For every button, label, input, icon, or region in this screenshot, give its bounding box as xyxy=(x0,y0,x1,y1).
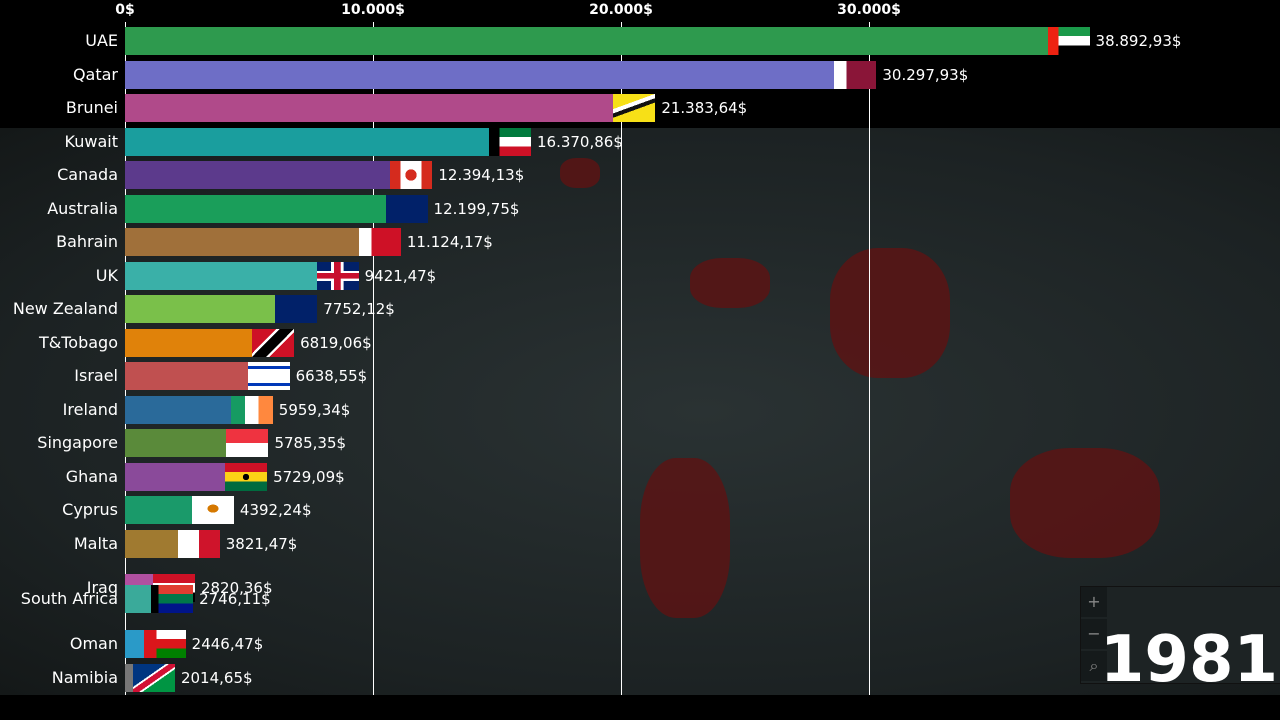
x-tick-label: 20.000$ xyxy=(589,2,653,18)
bar-south-africa xyxy=(125,585,152,613)
bar-label: Canada xyxy=(57,165,118,184)
flag-australia-icon xyxy=(385,195,428,223)
flag-southafrica-icon xyxy=(151,585,194,613)
bar-label: Malta xyxy=(73,534,118,553)
value-label: 3821,47$ xyxy=(225,535,298,553)
bar-label: Kuwait xyxy=(64,132,118,151)
bar-new-zealand xyxy=(125,295,276,323)
bar-namibia xyxy=(125,664,133,692)
value-label: 12.199,75$ xyxy=(433,200,520,218)
bar-australia xyxy=(125,195,386,223)
flag-singapore-icon xyxy=(226,429,269,457)
bar-label: Israel xyxy=(74,366,118,385)
flag-brunei-icon xyxy=(613,94,656,122)
flag-uk-icon xyxy=(316,262,359,290)
bar-kuwait xyxy=(125,128,489,156)
value-label: 11.124,17$ xyxy=(406,233,493,251)
value-label: 5959,34$ xyxy=(278,401,351,419)
bar-label: South Africa xyxy=(20,589,118,608)
flag-kuwait-icon xyxy=(488,128,531,156)
flag-ireland-icon xyxy=(230,396,273,424)
flag-malta-icon xyxy=(177,530,220,558)
bar-label: Brunei xyxy=(65,98,118,117)
value-label: 6638,55$ xyxy=(295,367,368,385)
value-label: 21.383,64$ xyxy=(661,99,748,117)
bar-cyprus xyxy=(125,496,192,524)
value-label: 2746,11$ xyxy=(199,590,271,608)
bar-label: Bahrain xyxy=(56,232,118,251)
bar-ireland xyxy=(125,396,231,424)
gridline xyxy=(373,22,374,695)
value-label: 2446,47$ xyxy=(191,635,264,653)
bar-malta xyxy=(125,530,178,558)
bar-label: Ireland xyxy=(62,400,118,419)
value-label: 16.370,86$ xyxy=(536,133,623,151)
flag-oman-icon xyxy=(143,630,186,658)
bar-chart: 0$ 10.000$ 20.000$ 30.000$ UAE 38.892,93$ Qata… xyxy=(0,0,1280,720)
chart-stage: + − ⌕ 0$ 10.000$ 20.000$ 30.000$ UAE 38.892,9… xyxy=(0,0,1280,720)
bar-canada xyxy=(125,161,391,189)
value-label: 4392,24$ xyxy=(239,501,312,519)
gridline xyxy=(621,22,622,695)
bar-label: UAE xyxy=(85,31,118,50)
bar-label: Qatar xyxy=(72,65,118,84)
bar-label: Cyprus xyxy=(62,500,118,519)
value-label: 30.297,93$ xyxy=(882,66,969,84)
x-tick-label: 30.000$ xyxy=(837,2,901,18)
gridline xyxy=(869,22,870,695)
bar-oman xyxy=(125,630,144,658)
bar-label: Australia xyxy=(47,199,118,218)
bar-singapore xyxy=(125,429,227,457)
bar-label: Singapore xyxy=(37,433,118,452)
x-tick-label: 10.000$ xyxy=(341,2,405,18)
bar-israel xyxy=(125,362,248,390)
bar-label: UK xyxy=(95,266,118,285)
bar-uk xyxy=(125,262,317,290)
bar-brunei xyxy=(125,94,614,122)
bar-label: Namibia xyxy=(51,668,118,687)
flag-trinidad-icon xyxy=(252,329,295,357)
bar-label: New Zealand xyxy=(12,299,118,318)
value-label: 5785,35$ xyxy=(274,434,347,452)
flag-ghana-icon xyxy=(225,463,268,491)
value-label: 12.394,13$ xyxy=(438,166,525,184)
value-label: 6819,06$ xyxy=(300,334,372,352)
value-label: 38.892,93$ xyxy=(1095,32,1182,50)
bar-bahrain xyxy=(125,228,359,256)
bar-label: Oman xyxy=(69,634,118,653)
flag-israel-icon xyxy=(247,362,290,390)
flag-canada-icon xyxy=(390,161,433,189)
bar-qatar xyxy=(125,61,835,89)
flag-uae-icon xyxy=(1047,27,1090,55)
value-label: 7752,12$ xyxy=(323,300,395,318)
flag-bahrain-icon xyxy=(358,228,401,256)
value-label: 2014,65$ xyxy=(180,669,253,687)
bar-label: Ghana xyxy=(65,467,118,486)
bar-uae xyxy=(125,27,1048,55)
year-label: 1981 xyxy=(1099,623,1278,697)
flag-namibia-icon xyxy=(132,664,175,692)
flag-cyprus-icon xyxy=(191,496,234,524)
x-tick-label: 0$ xyxy=(115,2,135,18)
value-label: 5729,09$ xyxy=(273,468,345,486)
flag-qatar-icon xyxy=(834,61,877,89)
bar-ghana xyxy=(125,463,226,491)
flag-newzealand-icon xyxy=(275,295,318,323)
bar-label: T&Tobago xyxy=(39,333,118,352)
value-label: 9421,47$ xyxy=(364,267,437,285)
bar-t-tobago xyxy=(125,329,253,357)
